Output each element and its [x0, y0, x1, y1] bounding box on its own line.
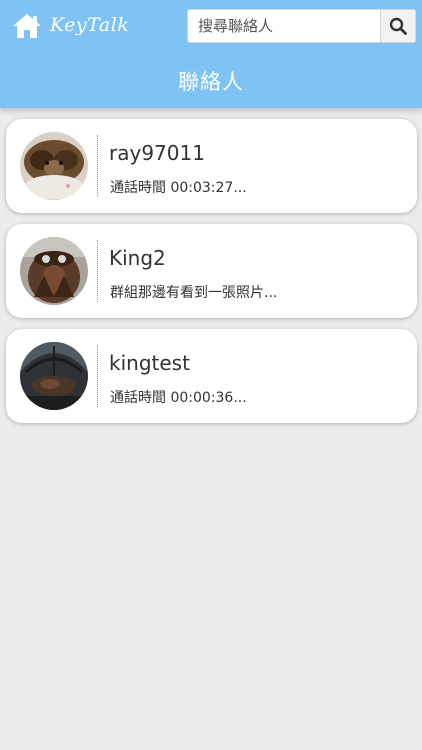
avatar: [20, 132, 88, 200]
avatar: [20, 237, 88, 305]
contact-name: ray97011: [109, 141, 205, 165]
contact-card[interactable]: ray97011 通話時間 00:03:27...: [6, 119, 417, 213]
contact-name: kingtest: [109, 351, 190, 375]
app-brand: KeyTalk: [50, 14, 130, 36]
search-input[interactable]: [188, 10, 382, 42]
contact-card[interactable]: King2 群組那邊有看到一張照片...: [6, 224, 417, 318]
app-header: KeyTalk 聯絡人: [0, 0, 422, 108]
contact-last-message: 通話時間 00:03:27...: [110, 180, 247, 196]
avatar: [20, 342, 88, 410]
divider: [97, 135, 98, 197]
page-title: 聯絡人: [178, 70, 244, 94]
home-button[interactable]: [12, 12, 42, 40]
search-bar: [187, 9, 416, 43]
contact-list: ray97011 通話時間 00:03:27... King2 群組那邊有看到一…: [6, 119, 417, 434]
contact-card[interactable]: kingtest 通話時間 00:00:36...: [6, 329, 417, 423]
contact-last-message: 通話時間 00:00:36...: [110, 390, 247, 406]
magnifier-icon: [389, 17, 407, 35]
divider: [97, 240, 98, 302]
contact-last-message: 群組那邊有看到一張照片...: [110, 285, 278, 301]
contact-name: King2: [109, 246, 166, 270]
search-button[interactable]: [380, 10, 415, 42]
home-icon: [13, 14, 41, 38]
divider: [97, 345, 98, 407]
